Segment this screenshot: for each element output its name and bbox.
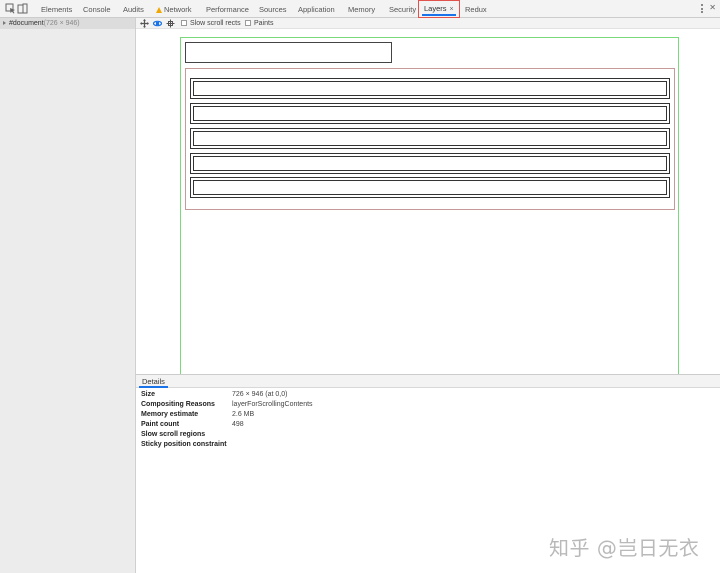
tab-network[interactable]: Network: [156, 0, 192, 18]
tab-audits[interactable]: Audits: [123, 0, 144, 18]
tab-memory[interactable]: Memory: [348, 0, 375, 18]
detail-value: 498: [232, 421, 244, 428]
detail-key: Sticky position constraint: [141, 441, 227, 448]
list-layer-outline[interactable]: [185, 68, 675, 210]
list-item-inner-layer: [193, 81, 667, 96]
layer-name: #document: [9, 20, 44, 27]
list-item-layer[interactable]: [190, 128, 670, 149]
devtools-tabbar: Elements Console Audits Network Performa…: [0, 0, 720, 18]
detail-key: Size: [141, 391, 156, 398]
tab-application[interactable]: Application: [298, 0, 335, 18]
reset-transform-icon[interactable]: [166, 19, 175, 28]
tab-label: Console: [83, 5, 111, 14]
watermark: 知乎 @岂日无衣: [549, 536, 700, 560]
paints-checkbox[interactable]: [245, 20, 251, 26]
details-tabbar: Details: [136, 375, 720, 388]
close-devtools-icon[interactable]: ✕: [709, 3, 716, 12]
tab-details[interactable]: Details: [139, 375, 168, 388]
list-item-layer[interactable]: [190, 78, 670, 99]
detail-key: Memory estimate: [141, 411, 199, 418]
tab-label: Network: [164, 5, 192, 14]
tab-label: Application: [298, 5, 335, 14]
tab-console[interactable]: Console: [83, 0, 111, 18]
warning-icon: [156, 7, 162, 13]
list-item-inner-layer: [193, 180, 667, 195]
list-item-inner-layer: [193, 106, 667, 121]
tab-label: Audits: [123, 5, 144, 14]
detail-value: 726 × 946 (at 0,0): [232, 391, 288, 398]
tab-layers[interactable]: Layers ×: [418, 0, 460, 18]
header-layer-outline[interactable]: [185, 42, 392, 63]
list-item-layer[interactable]: [190, 103, 670, 124]
tab-redux[interactable]: Redux: [465, 0, 487, 18]
layer-tree-sidebar: #document(726 × 946): [0, 18, 136, 573]
expand-arrow-icon[interactable]: [3, 21, 6, 25]
rotate-mode-icon[interactable]: [153, 19, 162, 28]
tab-label: Layers: [424, 4, 447, 13]
inspect-element-icon[interactable]: [5, 3, 16, 14]
layers-3d-view[interactable]: [136, 29, 720, 374]
tab-performance[interactable]: Performance: [206, 0, 249, 18]
more-options-icon[interactable]: [701, 4, 704, 14]
tab-label: Performance: [206, 5, 249, 14]
close-tab-icon[interactable]: ×: [450, 6, 454, 13]
detail-key: Slow scroll regions: [141, 431, 206, 438]
layer-size: (726 × 946): [43, 20, 80, 27]
slow-scroll-rects-checkbox[interactable]: [181, 20, 187, 26]
list-item-layer[interactable]: [190, 153, 670, 174]
detail-key: Compositing Reasons: [141, 401, 215, 408]
active-tab-indicator: [422, 14, 456, 16]
tab-elements[interactable]: Elements: [41, 0, 72, 18]
layer-tree-item-document[interactable]: #document(726 × 946): [0, 18, 135, 29]
device-toolbar-icon[interactable]: [17, 3, 28, 14]
detail-key: Paint count: [141, 421, 180, 428]
layers-toolbar: Slow scroll rects Paints: [136, 18, 720, 29]
tab-label: Redux: [465, 5, 487, 14]
tab-label: Elements: [41, 5, 73, 14]
slow-scroll-rects-label: Slow scroll rects: [190, 20, 241, 27]
detail-value: 2.6 MB: [232, 411, 255, 418]
paints-label: Paints: [254, 20, 274, 27]
list-item-layer[interactable]: [190, 177, 670, 198]
list-item-inner-layer: [193, 131, 667, 146]
detail-value: layerForScrollingContents: [232, 401, 313, 408]
tab-label: Memory: [348, 5, 376, 14]
list-item-inner-layer: [193, 156, 667, 171]
tab-security[interactable]: Security: [389, 0, 416, 18]
tab-label: Sources: [259, 5, 287, 14]
tab-sources[interactable]: Sources: [259, 0, 287, 18]
tab-label: Security: [389, 5, 417, 14]
pan-mode-icon[interactable]: [140, 19, 149, 28]
